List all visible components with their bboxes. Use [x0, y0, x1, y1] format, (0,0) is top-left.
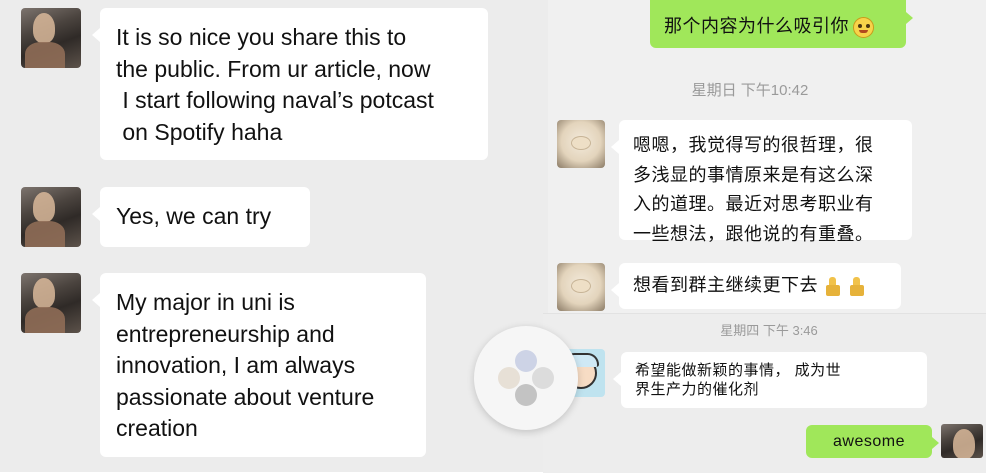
message-line: I start following naval’s potcast: [116, 87, 434, 113]
message-bubble[interactable]: 嗯嗯，我觉得写的很哲理，很 多浅显的事情原来是有这么深 入的道理。最近对思考职业…: [611, 120, 912, 244]
message-line: Yes, we can try: [116, 203, 272, 229]
right-chat-panel-bottom: 星期四 下午 3:46 希望能做新颖的事情， 成为世 界生产力的催化剂 awes…: [543, 313, 986, 473]
message-text: 想看到群主继续更下去: [633, 275, 818, 295]
own-avatar[interactable]: [941, 424, 983, 458]
message-line: 界生产力的催化剂: [635, 381, 760, 398]
message-line: innovation, I am always: [116, 352, 356, 378]
message-line: 一些想法，跟他说的有重叠。: [633, 223, 874, 244]
thumbs-up-icon: [848, 276, 865, 297]
message-line: on Spotify haha: [116, 118, 283, 145]
floating-assist-button[interactable]: [474, 326, 578, 430]
left-chat-panel: It is so nice you share this to the publ…: [0, 0, 548, 472]
sent-message-bubble[interactable]: awesome: [806, 425, 939, 458]
message-bubble[interactable]: 希望能做新颖的事情， 成为世 界生产力的催化剂: [613, 352, 927, 408]
thumbs-up-icon: [824, 276, 841, 297]
message-bubble[interactable]: 想看到群主继续更下去: [611, 263, 901, 309]
blush-emoji-icon: [853, 17, 875, 39]
message-text: awesome: [833, 433, 905, 450]
message-line: 多浅显的事情原来是有这么深: [633, 164, 874, 185]
message-line: entrepreneurship and: [116, 320, 335, 347]
message-bubble-2[interactable]: Yes, we can try: [92, 187, 310, 247]
timestamp: 星期日 下午10:42: [691, 82, 809, 99]
message-line: My major in uni is: [116, 289, 295, 315]
message-line: the public. From ur article, now: [116, 55, 431, 82]
message-line: 入的道理。最近对思考职业有: [633, 194, 874, 214]
petal-icon: [496, 348, 556, 408]
contact-avatar[interactable]: [557, 120, 605, 168]
message-line: It is so nice you share this to: [116, 24, 407, 50]
message-text: 那个内容为什么吸引你: [664, 16, 849, 36]
message-line: 嗯嗯，我觉得写的很哲理，很: [633, 135, 874, 155]
message-line: passionate about venture: [116, 383, 375, 410]
sent-message-bubble[interactable]: 那个内容为什么吸引你: [650, 0, 913, 48]
message-line: 希望能做新颖的事情， 成为世: [635, 362, 842, 379]
contact-avatar[interactable]: [21, 273, 81, 333]
contact-avatar[interactable]: [21, 8, 81, 68]
message-bubble-3[interactable]: My major in uni is entrepreneurship and …: [92, 273, 426, 457]
contact-avatar[interactable]: [557, 263, 605, 311]
message-line: creation: [116, 415, 198, 441]
contact-avatar[interactable]: [21, 187, 81, 247]
message-bubble-1[interactable]: It is so nice you share this to the publ…: [92, 8, 488, 160]
timestamp: 星期四 下午 3:46: [720, 323, 818, 338]
